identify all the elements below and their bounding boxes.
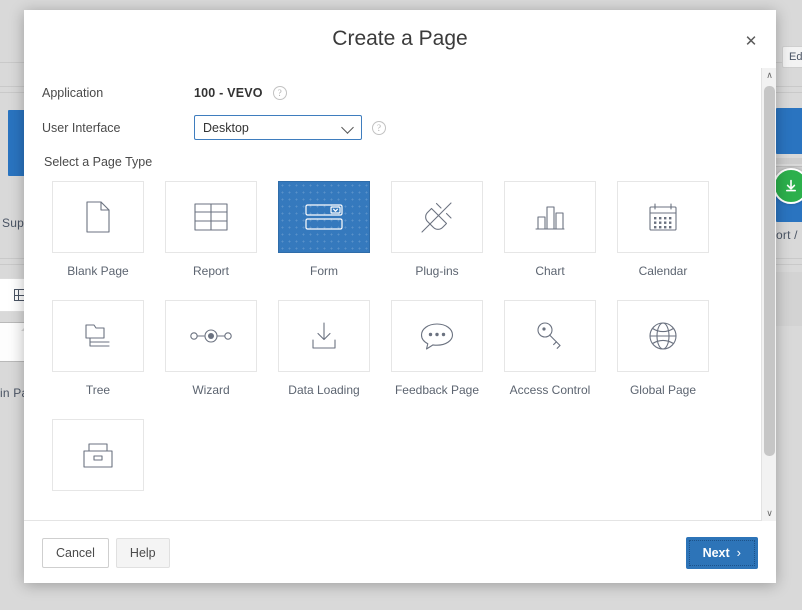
page-type-tile[interactable]	[278, 300, 370, 372]
data-loading-icon	[312, 322, 336, 349]
close-icon[interactable]: ✕	[742, 32, 760, 50]
page-title: Create a Page	[332, 27, 468, 50]
file-box-icon	[83, 443, 113, 468]
page-type-tile[interactable]	[617, 300, 709, 372]
dialog-scrollbar[interactable]: ∧ ∨	[761, 68, 776, 521]
form-icon	[305, 204, 343, 230]
page-type-tile[interactable]	[504, 300, 596, 372]
page-type-item-form[interactable]: Form	[268, 181, 380, 278]
page-type-label: Report	[192, 264, 230, 278]
page-type-item-file-box[interactable]	[42, 419, 154, 502]
page-type-label: Form	[310, 264, 338, 278]
page-type-tile[interactable]	[617, 181, 709, 253]
dialog-footer: Cancel Help Next ›	[24, 522, 776, 583]
bar-chart-icon	[535, 206, 565, 230]
page-type-item-wizard[interactable]: Wizard	[155, 300, 267, 397]
scrollbar-thumb[interactable]	[764, 86, 775, 456]
page-type-item-chart[interactable]: Chart	[494, 181, 606, 278]
page-type-label: Feedback Page	[394, 383, 480, 397]
calendar-icon	[649, 203, 677, 231]
key-icon	[537, 322, 561, 349]
page-type-tile[interactable]	[52, 419, 144, 491]
page-type-label: Plug-ins	[415, 264, 459, 278]
page-type-tile[interactable]	[391, 300, 483, 372]
page-type-item-calendar[interactable]: Calendar	[607, 181, 719, 278]
page-type-tile-selected[interactable]	[278, 181, 370, 253]
page-type-label: Wizard	[192, 383, 230, 397]
plug-icon	[421, 202, 452, 233]
next-button[interactable]: Next ›	[685, 536, 758, 569]
wizard-nodes-icon	[190, 329, 232, 343]
page-type-label: Tree	[85, 383, 111, 397]
chevron-down-icon	[341, 121, 354, 134]
page-type-tile[interactable]	[165, 300, 257, 372]
background-blue-banner	[776, 108, 802, 154]
page-type-item-feedback-page[interactable]: Feedback Page	[381, 300, 493, 397]
background-label-ort: ort /	[776, 228, 798, 242]
field-application: Application 100 - VEVO ?	[42, 86, 756, 100]
field-user-interface: User Interface Desktop ?	[42, 115, 756, 140]
page-type-label: Data Loading	[288, 383, 360, 397]
dialog-body: Application 100 - VEVO ? User Interface …	[24, 68, 776, 521]
page-type-label: Global Page	[629, 383, 697, 397]
dialog-header: Create a Page ✕	[24, 10, 776, 68]
page-type-tile[interactable]	[391, 181, 483, 253]
help-icon[interactable]: ?	[272, 86, 287, 100]
help-icon[interactable]: ?	[372, 120, 386, 135]
background-block	[776, 272, 802, 326]
page-type-item-global-page[interactable]: Global Page	[607, 300, 719, 397]
background-edit-label: Ed	[789, 51, 802, 63]
create-page-dialog: Create a Page ✕ Application 100 - VEVO ?…	[24, 10, 776, 583]
page-type-tile[interactable]	[504, 181, 596, 253]
scroll-up-arrow-icon[interactable]: ∧	[762, 68, 777, 83]
next-button-label: Next	[702, 545, 730, 560]
application-label: Application	[42, 86, 104, 100]
background-edit-button[interactable]: Ed	[782, 46, 802, 68]
cancel-button[interactable]: Cancel	[42, 537, 109, 568]
page-type-item-tree[interactable]: Tree	[42, 300, 154, 397]
blank-page-icon	[86, 201, 110, 233]
globe-icon	[649, 322, 677, 350]
report-table-icon	[194, 203, 228, 231]
chevron-right-icon: ›	[736, 545, 741, 560]
speech-bubble-icon	[420, 323, 454, 350]
user-interface-label: User Interface	[42, 120, 121, 135]
download-circle-icon[interactable]	[773, 168, 802, 204]
page-type-label: Blank Page	[67, 264, 129, 278]
page-type-section-label: Select a Page Type	[44, 155, 153, 169]
page-type-tile[interactable]	[52, 300, 144, 372]
page-type-label: Calendar	[638, 264, 688, 278]
application-value: 100 - VEVO	[194, 86, 263, 100]
download-arrow-icon	[786, 179, 796, 192]
user-interface-selected-value: Desktop	[203, 120, 249, 135]
page-type-item-report[interactable]: Report	[155, 181, 267, 278]
page-type-item-access-control[interactable]: Access Control	[494, 300, 606, 397]
page-type-item-plug-ins[interactable]: Plug-ins	[381, 181, 493, 278]
page-type-item-data-loading[interactable]: Data Loading	[268, 300, 380, 397]
user-interface-select[interactable]: Desktop	[194, 115, 362, 140]
page-type-tile[interactable]	[52, 181, 144, 253]
page-type-item-blank-page[interactable]: Blank Page	[42, 181, 154, 278]
help-button[interactable]: Help	[115, 537, 170, 568]
page-type-label: Access Control	[509, 383, 591, 397]
background-label-sup: Sup	[2, 216, 24, 230]
background-stripe	[776, 158, 802, 164]
page-type-label: Chart	[535, 264, 565, 278]
scroll-down-arrow-icon[interactable]: ∨	[762, 506, 777, 521]
tree-icon	[85, 324, 110, 347]
page-type-tile[interactable]	[165, 181, 257, 253]
page-type-grid: Blank Page Report Form Plug-ins Chart Ca…	[42, 181, 756, 520]
